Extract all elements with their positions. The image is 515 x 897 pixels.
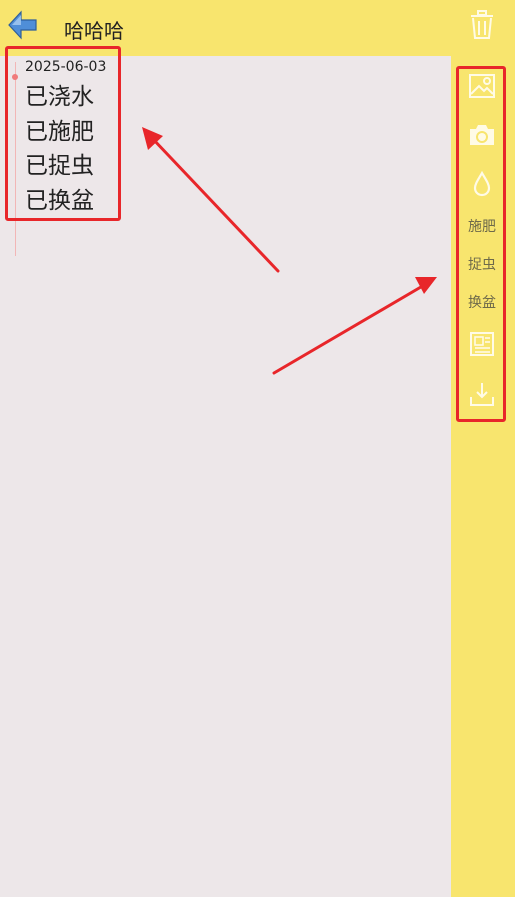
arrow-head-right — [415, 277, 437, 294]
annotation-arrows — [142, 127, 437, 375]
